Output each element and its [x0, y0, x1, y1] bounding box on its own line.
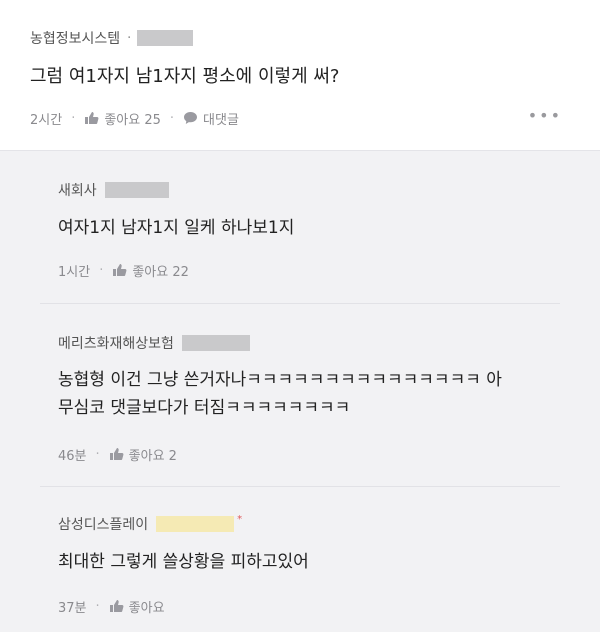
redacted-nickname	[181, 335, 250, 351]
redacted-nickname	[137, 30, 194, 46]
reply-text-line: 농협형 이건 그냥 쓴거자나ㅋㅋㅋㅋㅋㅋㅋㅋㅋㅋㅋㅋㅋㅋㅋ 아	[58, 370, 502, 390]
asterisk-mark: *	[237, 513, 243, 525]
reply-meta: 37분 · 좋아요	[58, 596, 165, 616]
meta-separator: ·	[99, 262, 104, 278]
reply-author[interactable]: 메리츠화재해상보험	[58, 333, 174, 353]
reply-author-row: 삼성디스플레이 *	[58, 514, 242, 534]
post-text: 그럼 여1자지 남1자지 평소에 이렇게 써?	[30, 66, 340, 87]
reply-time: 37분	[58, 600, 87, 616]
reply-like-count[interactable]: 좋아요	[129, 597, 165, 616]
main-post: 농협정보시스템 · 그럼 여1자지 남1자지 평소에 이렇게 써? 2시간 · …	[0, 0, 600, 151]
thumbs-up-icon[interactable]	[84, 111, 99, 125]
reply-item: 삼성디스플레이 * 최대한 그렇게 쓸상황을 피하고있어 37분 · 좋아요	[0, 487, 600, 632]
post-like-count[interactable]: 좋아요 25	[104, 109, 161, 128]
thumbs-up-icon[interactable]	[109, 599, 124, 613]
reply-author-row: 메리츠화재해상보험	[58, 333, 250, 353]
thumbs-up-icon[interactable]	[112, 263, 127, 277]
meta-separator: ·	[95, 598, 100, 614]
meta-separator: ·	[71, 110, 76, 126]
author-separator: ·	[127, 30, 132, 46]
reply-item: 메리츠화재해상보험 농협형 이건 그냥 쓴거자나ㅋㅋㅋㅋㅋㅋㅋㅋㅋㅋㅋㅋㅋㅋㅋ …	[0, 304, 600, 488]
more-options-icon[interactable]: •••	[528, 106, 562, 125]
meta-separator: ·	[169, 110, 175, 126]
reply-meta: 1시간 · 좋아요 22	[58, 260, 189, 280]
reply-like-count[interactable]: 좋아요 22	[132, 261, 189, 280]
reply-text-line: 여자1지 남자1지 일케 하나보1지	[58, 218, 295, 238]
reply-author-row: 새회사	[58, 180, 169, 200]
post-meta: 2시간 · 좋아요 25 · 대댓글	[30, 108, 239, 128]
redacted-nickname	[104, 182, 169, 198]
post-time: 2시간	[30, 112, 63, 128]
redacted-nickname	[156, 516, 235, 532]
reply-text-line: 최대한 그렇게 쓸상황을 피하고있어	[58, 552, 309, 572]
thumbs-up-icon[interactable]	[109, 447, 124, 461]
meta-separator: ·	[95, 446, 100, 462]
reply-text: 여자1지 남자1지 일케 하나보1지	[58, 214, 294, 242]
reply-item: 새회사 여자1지 남자1지 일케 하나보1지 1시간 · 좋아요 22	[0, 150, 600, 300]
reply-text: 최대한 그렇게 쓸상황을 피하고있어	[58, 548, 309, 576]
reply-time: 46분	[58, 448, 87, 464]
post-author[interactable]: 농협정보시스템	[30, 28, 120, 48]
post-author-row: 농협정보시스템 ·	[30, 28, 194, 48]
reply-text-line: 무심코 댓글보다가 터짐ㅋㅋㅋㅋㅋㅋㅋㅋ	[58, 398, 351, 418]
reply-author[interactable]: 삼성디스플레이	[58, 514, 148, 534]
reply-text: 농협형 이건 그냥 쓴거자나ㅋㅋㅋㅋㅋㅋㅋㅋㅋㅋㅋㅋㅋㅋㅋ 아 무심코 댓글보다…	[58, 366, 502, 422]
reply-time: 1시간	[58, 264, 91, 280]
reply-like-count[interactable]: 좋아요 2	[129, 445, 177, 464]
reply-meta: 46분 · 좋아요 2	[58, 444, 177, 464]
speech-bubble-icon[interactable]	[183, 111, 198, 125]
reply-author[interactable]: 새회사	[58, 180, 97, 200]
reply-button[interactable]: 대댓글	[203, 109, 239, 128]
